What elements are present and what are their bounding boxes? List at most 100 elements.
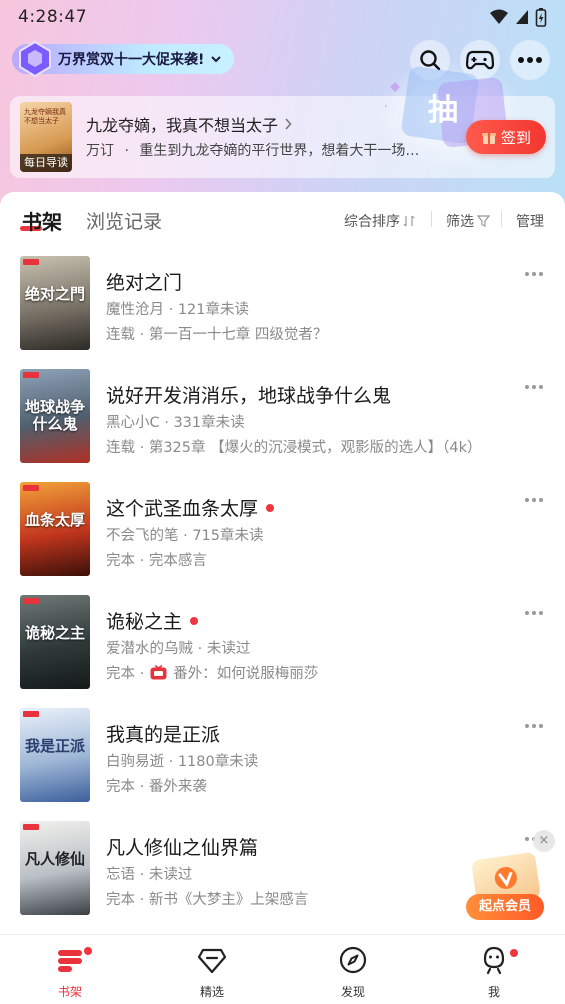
tab-browse-history[interactable]: 浏览记录 <box>86 207 162 234</box>
book-more-button[interactable] <box>525 611 543 615</box>
tv-icon <box>150 665 167 680</box>
cover-art <box>20 821 90 915</box>
tab-bookshelf[interactable]: 书架 <box>22 206 62 235</box>
cover-text: 我是正派 <box>24 737 85 755</box>
book-title-text: 我真的是正派 <box>106 724 221 746</box>
book-meta: 白驹易逝 · 1180章未读 <box>106 754 259 770</box>
toolbar-divider <box>501 211 502 227</box>
update-dot <box>190 616 199 625</box>
daily-guide-title: 九龙夺嫡，我真不想当太子 <box>86 112 292 136</box>
book-title: 我真的是正派 <box>106 720 220 747</box>
book-status: 完本 · 完本感言 <box>106 549 207 570</box>
book-status-text: 完本 · 新书《大梦主》上架感言 <box>106 892 309 908</box>
nav-bookshelf-label: 书架 <box>57 985 82 999</box>
filter-label: 筛选 <box>446 214 474 230</box>
lottery-text: 抽 <box>428 93 458 128</box>
manage-button[interactable]: 管理 <box>516 211 544 231</box>
daily-guide-cover: 九龙夺嫡我真不想当太子 每日导读 <box>20 102 72 172</box>
cover-text: 诡秘之主 <box>24 624 85 642</box>
nav-me[interactable]: 我 <box>454 945 534 1000</box>
cover-art <box>20 256 90 350</box>
book-status: 连载 · 第325章 【爆火的沉浸模式，观影版的选人】（4k） <box>106 436 481 457</box>
book-item[interactable]: 我是正派 我真的是正派 白驹易逝 · 1180章未读 完本 · 番外来袭 <box>0 708 565 821</box>
book-status: 完本 · 番外：如何说服梅丽莎 <box>106 662 318 683</box>
book-title-text: 这个武圣血条太厚 <box>106 498 259 520</box>
book-title: 绝对之门 <box>106 268 182 295</box>
status-time: 4:28:47 <box>18 7 88 27</box>
book-more-button[interactable] <box>525 272 543 276</box>
battery-icon <box>535 8 547 27</box>
publisher-logo <box>23 711 39 717</box>
cover-art <box>20 482 90 576</box>
daily-guide-title-text: 九龙夺嫡，我真不想当太子 <box>86 116 279 135</box>
sort-button[interactable]: 综合排序 <box>344 211 415 231</box>
nav-discover[interactable]: 发现 <box>313 945 393 1000</box>
gift-icon <box>481 133 496 144</box>
more-icon <box>518 57 542 63</box>
sort-icon <box>403 215 415 227</box>
sort-label: 综合排序 <box>344 214 400 230</box>
bookshelf-icon <box>58 950 82 972</box>
diamond-icon <box>197 948 227 974</box>
nav-bookshelf[interactable]: 书架 <box>30 945 110 1000</box>
nav-notification-dot <box>84 947 92 955</box>
book-status-suffix: 番外：如何说服梅丽莎 <box>173 666 319 682</box>
book-meta: 爱潜水的乌贼 · 未读过 <box>106 641 251 657</box>
book-meta: 魔性沧月 · 121章未读 <box>106 302 250 318</box>
toolbar-divider <box>431 211 432 227</box>
book-status: 完本 · 新书《大梦主》上架感言 <box>106 888 308 909</box>
bottom-navigation: 书架 精选 发现 我 <box>0 934 565 1004</box>
publisher-logo <box>23 372 39 378</box>
promo-banner[interactable]: 万界赏双十一大促来袭! <box>12 40 235 78</box>
daily-guide-tag: 每日导读 <box>20 154 72 172</box>
nav-featured[interactable]: 精选 <box>172 945 252 1000</box>
checkin-button[interactable]: 签到 <box>466 120 546 154</box>
chevron-right-icon <box>285 118 292 130</box>
promo-badge-icon <box>19 40 51 78</box>
shelf-tabs: 书架 浏览记录 综合排序 筛选 管理 <box>0 192 565 248</box>
book-title: 这个武圣血条太厚 <box>106 494 275 521</box>
manage-label: 管理 <box>516 214 544 230</box>
chevron-down-icon <box>211 56 222 63</box>
book-item[interactable]: 绝对之門 绝对之门 魔性沧月 · 121章未读 连载 · 第一百一十七章 四级觉… <box>0 256 565 369</box>
book-cover: 绝对之門 <box>20 256 90 350</box>
book-status-text: 连载 · 第一百一十七章 四级觉者？ <box>106 327 328 343</box>
more-menu-button[interactable] <box>510 40 550 80</box>
nav-notification-dot <box>510 949 518 957</box>
filter-icon <box>477 215 490 227</box>
profile-icon <box>483 946 505 975</box>
vip-close-button[interactable]: × <box>533 830 555 852</box>
book-title: 凡人修仙之仙界篇 <box>106 833 258 860</box>
book-item[interactable]: 地球战争什么鬼 说好开发消消乐，地球战争什么鬼 黑心小C · 331章未读 连载… <box>0 369 565 482</box>
book-more-button[interactable] <box>525 724 543 728</box>
book-title-text: 凡人修仙之仙界篇 <box>106 837 259 859</box>
publisher-logo <box>23 598 39 604</box>
cover-text: 绝对之門 <box>24 285 85 303</box>
book-meta: 黑心小C · 331章未读 <box>106 415 245 431</box>
book-status-text: 连载 · 第325章 【爆火的沉浸模式，观影版的选人】（4k） <box>106 440 482 456</box>
vip-label: 起点会员 <box>466 894 544 920</box>
wifi-icon <box>490 9 508 24</box>
cover-art <box>20 708 90 802</box>
cover-text: 地球战争什么鬼 <box>24 398 85 433</box>
nav-discover-label: 发现 <box>340 985 365 999</box>
book-title: 诡秘之主 <box>106 607 199 634</box>
book-item[interactable]: 血条太厚 这个武圣血条太厚 不会飞的笔 · 715章未读 完本 · 完本感言 <box>0 482 565 595</box>
filter-button[interactable]: 筛选 <box>446 211 490 231</box>
book-title-text: 说好开发消消乐，地球战争什么鬼 <box>106 385 392 407</box>
book-status: 连载 · 第一百一十七章 四级觉者？ <box>106 323 327 344</box>
signal-icon <box>516 10 528 24</box>
daily-guide-summary-text: 重生到九龙夺嫡的平行世界，想着大干一场… <box>139 143 420 159</box>
status-bar: 4:28:47 <box>0 0 565 34</box>
book-more-button[interactable] <box>525 385 543 389</box>
book-meta: 不会飞的笔 · 715章未读 <box>106 528 264 544</box>
book-title-text: 绝对之门 <box>106 272 183 294</box>
book-cover: 血条太厚 <box>20 482 90 576</box>
daily-cover-title: 九龙夺嫡我真不想当太子 <box>24 108 66 125</box>
book-more-button[interactable] <box>525 498 543 502</box>
book-cover: 凡人修仙 <box>20 821 90 915</box>
nav-featured-label: 精选 <box>199 985 224 999</box>
book-status-text: 完本 · 完本感言 <box>106 553 207 569</box>
book-item[interactable]: 诡秘之主 诡秘之主 爱潜水的乌贼 · 未读过 完本 · 番外：如何说服梅丽莎 <box>0 595 565 708</box>
vip-floating-ad[interactable]: 起点会员 <box>464 851 546 922</box>
